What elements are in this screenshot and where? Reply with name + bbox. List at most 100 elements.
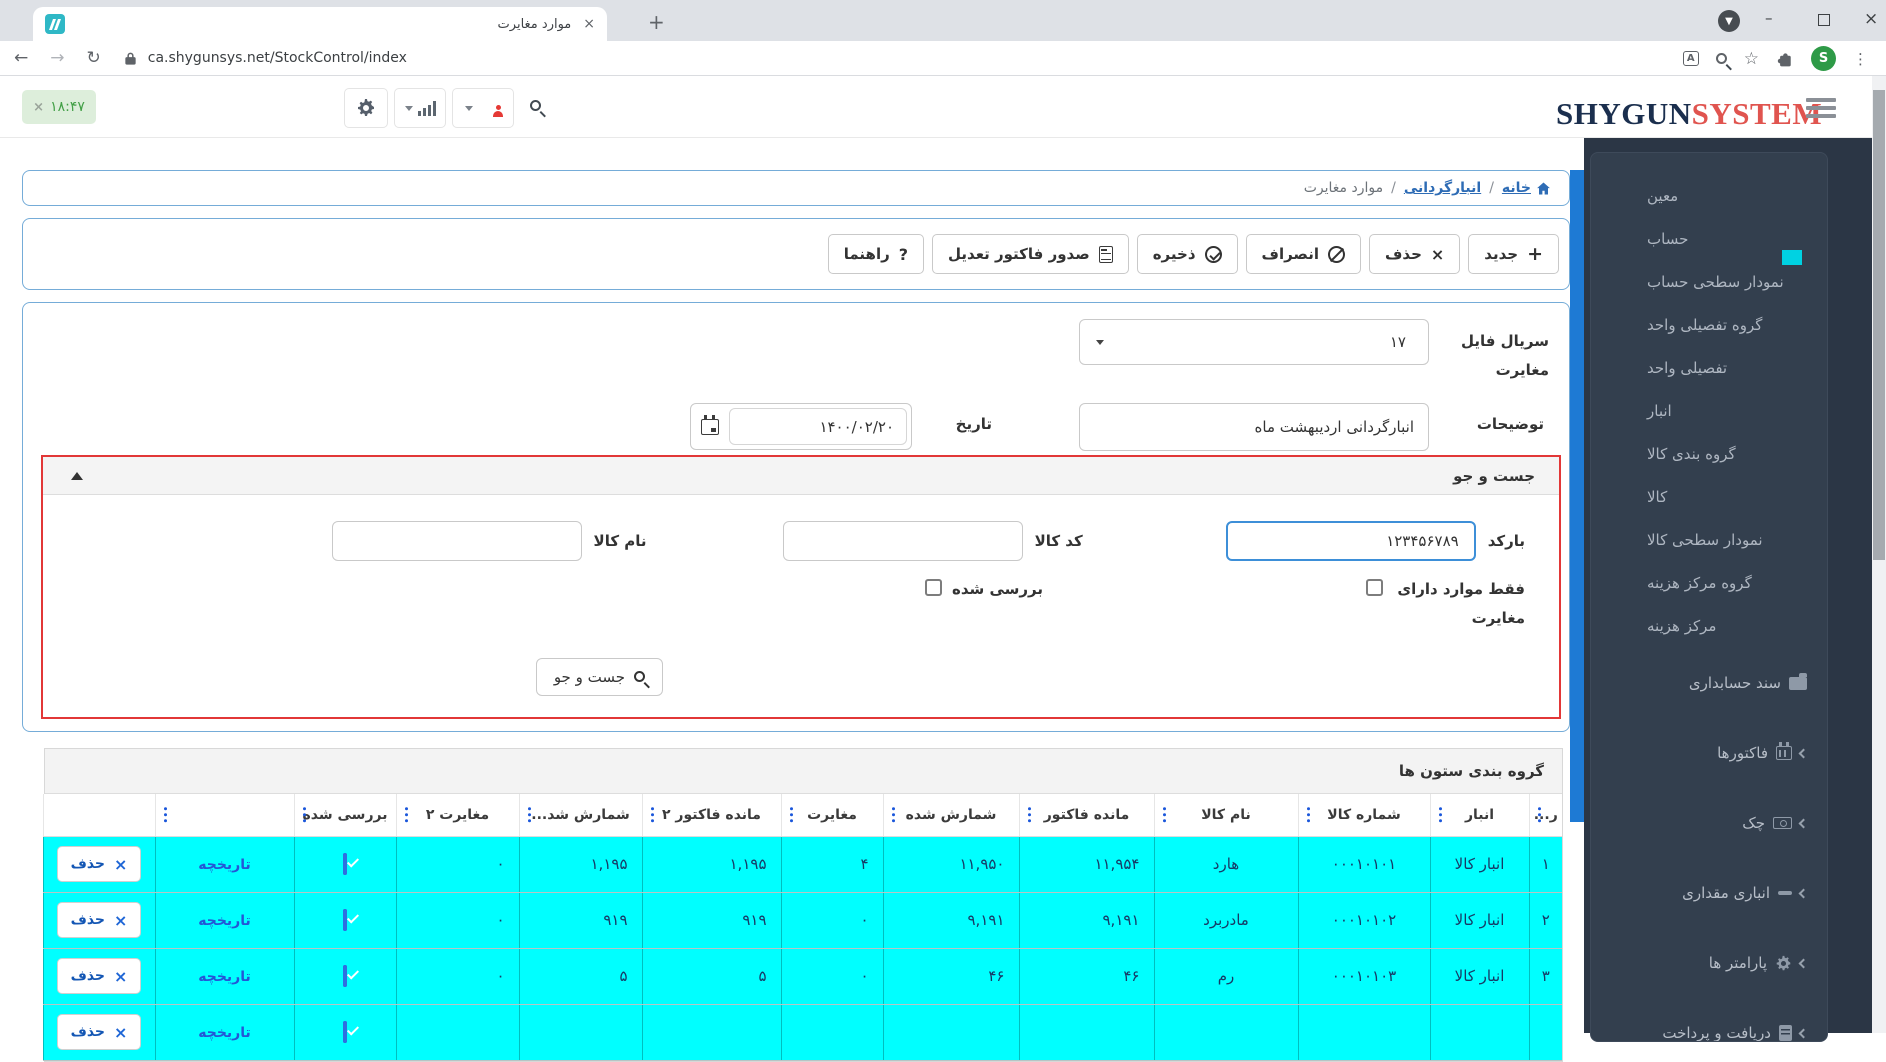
column-menu-icon[interactable] bbox=[790, 807, 794, 823]
sidebar-item-cost-center-group[interactable]: گروه مرکز هزینه bbox=[1591, 562, 1827, 605]
zoom-indicator-icon[interactable] bbox=[1716, 53, 1727, 64]
browser-menu-icon[interactable]: ⋮ bbox=[1853, 50, 1868, 68]
column-menu-icon[interactable] bbox=[1028, 807, 1032, 823]
reviewed-row-checkbox[interactable] bbox=[343, 965, 347, 987]
date-input[interactable]: ۱۴۰۰/۰۲/۲۰ bbox=[729, 408, 907, 445]
translate-icon[interactable]: A bbox=[1683, 51, 1699, 66]
bookmark-star-icon[interactable]: ☆ bbox=[1744, 49, 1759, 69]
col-counted[interactable]: شمارش شده bbox=[883, 794, 1019, 836]
issue-adjustment-invoice-button[interactable]: صدور فاکتور تعدیل bbox=[932, 234, 1129, 274]
page-scrollbar[interactable] bbox=[1872, 76, 1886, 1033]
profile-avatar[interactable]: S bbox=[1811, 46, 1836, 71]
search-section-header[interactable]: جست و جو bbox=[43, 457, 1559, 495]
row-delete-button[interactable]: ×حذف bbox=[57, 1014, 142, 1050]
back-button[interactable]: ← bbox=[14, 48, 28, 68]
cancel-button[interactable]: انصراف bbox=[1246, 234, 1361, 274]
sidebar-item-moein[interactable]: معین bbox=[1591, 175, 1827, 218]
col-reviewed[interactable]: بررسی شده bbox=[294, 794, 396, 836]
sidebar-item-detail-unit[interactable]: تفصیلی واحد bbox=[1591, 347, 1827, 390]
col-row-number[interactable]: ر... bbox=[1529, 794, 1562, 836]
sidebar-item-quantity-warehouse[interactable]: انباری مقداری bbox=[1591, 858, 1827, 928]
calendar-icon[interactable] bbox=[701, 419, 719, 435]
window-close-button[interactable]: × bbox=[1864, 9, 1878, 29]
column-menu-icon[interactable] bbox=[528, 807, 532, 823]
only-with-discrepancy-checkbox[interactable] bbox=[1366, 579, 1383, 596]
row-delete-button[interactable]: ×حذف bbox=[57, 958, 142, 994]
new-button[interactable]: + جدید bbox=[1468, 234, 1559, 274]
col-discrepancy[interactable]: مغایرت bbox=[781, 794, 883, 836]
search-icon[interactable] bbox=[530, 100, 541, 111]
col-history[interactable] bbox=[155, 794, 294, 836]
column-menu-icon[interactable] bbox=[1163, 807, 1167, 823]
row-delete-button[interactable]: ×حذف bbox=[57, 846, 142, 882]
col-invoice-balance-2[interactable]: مانده فاکتور ۲ bbox=[642, 794, 781, 836]
extensions-icon[interactable] bbox=[1776, 50, 1794, 68]
scrollbar-thumb[interactable] bbox=[1873, 90, 1885, 560]
col-discrepancy-2[interactable]: مغایرت ۲ bbox=[396, 794, 519, 836]
tab-close-icon[interactable]: × bbox=[583, 16, 595, 32]
tab-search-button[interactable]: ▼ bbox=[1718, 10, 1740, 32]
barcode-input[interactable]: ۱۲۳۴۵۶۷۸۹ bbox=[1226, 521, 1476, 561]
history-link[interactable]: تاریخچه bbox=[198, 913, 251, 929]
reviewed-row-checkbox[interactable] bbox=[343, 1021, 347, 1043]
new-tab-button[interactable]: + bbox=[648, 10, 665, 34]
sidebar-item-invoices[interactable]: فاکتورها bbox=[1591, 718, 1827, 788]
table-row-partial[interactable]: تاریخچه ×حذف bbox=[43, 1004, 1562, 1060]
table-row[interactable]: ۳ انبار کالا ۰۰۰۱۰۱۰۳ رم ۴۶ ۴۶ ۰ ۵ ۵ ۰ ت… bbox=[43, 948, 1562, 1004]
window-minimize-button[interactable]: – bbox=[1765, 9, 1773, 27]
breadcrumb-stocktaking-link[interactable]: انبارگردانی bbox=[1404, 180, 1481, 196]
delete-button[interactable]: × حذف bbox=[1369, 234, 1460, 274]
column-menu-icon[interactable] bbox=[892, 807, 896, 823]
reviewed-checkbox[interactable] bbox=[925, 579, 942, 596]
col-counted-2[interactable]: شمارش شد... bbox=[519, 794, 642, 836]
table-row[interactable]: ۲ انبار کالا ۰۰۰۱۰۱۰۲ مادربرد ۹,۱۹۱ ۹,۱۹… bbox=[43, 892, 1562, 948]
window-maximize-button[interactable] bbox=[1818, 14, 1830, 26]
history-link[interactable]: تاریخچه bbox=[198, 969, 251, 985]
product-code-input[interactable] bbox=[783, 521, 1023, 561]
column-menu-icon[interactable] bbox=[1439, 807, 1443, 823]
col-warehouse[interactable]: انبار bbox=[1430, 794, 1529, 836]
description-input[interactable]: انبارگردانی اردیبهشت ماه bbox=[1079, 403, 1429, 451]
serial-file-select[interactable]: ۱۷ bbox=[1079, 319, 1429, 365]
column-menu-icon[interactable] bbox=[405, 807, 409, 823]
help-button[interactable]: ? راهنما bbox=[828, 234, 924, 274]
forward-button[interactable]: → bbox=[50, 48, 64, 68]
column-menu-icon[interactable] bbox=[164, 807, 168, 823]
sidebar-item-product[interactable]: کالا bbox=[1591, 476, 1827, 519]
sidebar-item-cost-center[interactable]: مرکز هزینه bbox=[1591, 605, 1827, 648]
column-menu-icon[interactable] bbox=[1538, 807, 1542, 823]
sidebar-item-cheque[interactable]: چک bbox=[1591, 788, 1827, 858]
reload-button[interactable]: ↻ bbox=[87, 48, 101, 68]
reviewed-row-checkbox[interactable] bbox=[343, 853, 347, 875]
table-row[interactable]: ۱ انبار کالا ۰۰۰۱۰۱۰۱ هارد ۱۱,۹۵۴ ۱۱,۹۵۰… bbox=[43, 836, 1562, 892]
sidebar-item-warehouse[interactable]: انبار bbox=[1591, 390, 1827, 433]
hamburger-menu-icon[interactable] bbox=[1806, 98, 1836, 122]
product-name-input[interactable] bbox=[332, 521, 582, 561]
col-product-name[interactable]: نام کالا bbox=[1154, 794, 1298, 836]
user-panel-dropdown-button[interactable] bbox=[452, 88, 514, 128]
sidebar-item-product-grouping[interactable]: گروه بندی کالا bbox=[1591, 433, 1827, 476]
column-menu-icon[interactable] bbox=[1307, 807, 1311, 823]
reviewed-row-checkbox[interactable] bbox=[343, 909, 347, 931]
col-product-number[interactable]: شماره کالا bbox=[1298, 794, 1430, 836]
url-bar[interactable]: ca.shygunsys.net/StockControl/index bbox=[148, 50, 407, 66]
reports-dropdown-button[interactable] bbox=[394, 88, 446, 128]
collapse-arrow-icon[interactable] bbox=[71, 472, 83, 480]
history-link[interactable]: تاریخچه bbox=[198, 857, 251, 873]
sidebar-item-account-level-chart[interactable]: نمودار سطحی حساب bbox=[1591, 261, 1827, 304]
sidebar-item-parameters[interactable]: پارامتر ها bbox=[1591, 928, 1827, 998]
search-button[interactable]: جست و جو bbox=[536, 658, 663, 696]
sidebar-item-product-level-chart[interactable]: نمودار سطحی کالا bbox=[1591, 519, 1827, 562]
column-grouping-bar[interactable]: گروه بندی ستون ها bbox=[45, 749, 1562, 794]
breadcrumb-home-link[interactable]: خانه bbox=[1502, 180, 1551, 196]
row-delete-button[interactable]: ×حذف bbox=[57, 902, 142, 938]
save-button[interactable]: ذخیره bbox=[1137, 234, 1238, 274]
sidebar-item-detail-group-unit[interactable]: گروه تفصیلی واحد bbox=[1591, 304, 1827, 347]
settings-button[interactable] bbox=[344, 88, 388, 128]
col-invoice-balance[interactable]: مانده فاکتور bbox=[1019, 794, 1154, 836]
sidebar-item-accounting-document[interactable]: سند حسابداری bbox=[1591, 648, 1827, 718]
column-menu-icon[interactable] bbox=[651, 807, 655, 823]
close-session-icon[interactable]: × bbox=[33, 100, 44, 115]
history-link[interactable]: تاریخچه bbox=[198, 1025, 251, 1041]
sidebar-item-receipts-payments[interactable]: دریافت و پرداخت bbox=[1591, 998, 1827, 1042]
